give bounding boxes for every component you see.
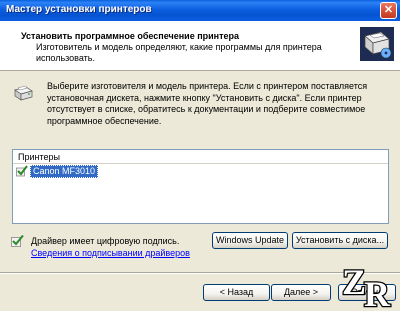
back-button[interactable]: < Назад — [203, 284, 270, 301]
close-button[interactable]: ✕ — [380, 2, 397, 19]
printer-disk-icon — [360, 27, 394, 61]
window-title: Мастер установки принтеров — [6, 4, 152, 15]
driver-signing-link[interactable]: Сведения о подписывании драйверов — [31, 248, 190, 258]
printer-wizard-window: Мастер установки принтеров ✕ Установить … — [0, 0, 400, 311]
instructions-text: Выберите изготовителя и модель принтера.… — [47, 81, 368, 126]
list-item[interactable]: Canon MF3010 — [16, 164, 99, 178]
header-title: Установить программное обеспечение принт… — [21, 31, 240, 41]
printers-listbox[interactable]: Принтеры Canon MF3010 — [12, 149, 389, 224]
install-from-disk-button[interactable]: Установить с диска... — [292, 232, 388, 249]
certified-check-icon — [11, 234, 24, 247]
next-button[interactable]: Далее > — [271, 284, 331, 301]
signature-status-text: Драйвер имеет цифровую подпись. — [31, 236, 180, 246]
zr-logo-icon: Z R — [336, 254, 400, 311]
list-item-label: Canon MF3010 — [30, 164, 99, 178]
svg-text:R: R — [364, 274, 391, 311]
svg-text:Z: Z — [342, 262, 366, 302]
printer-icon — [12, 81, 34, 103]
printers-list-header[interactable]: Принтеры — [13, 150, 388, 164]
title-bar[interactable]: Мастер установки принтеров ✕ — [0, 0, 400, 21]
wizard-header: Установить программное обеспечение принт… — [0, 21, 400, 71]
windows-update-button[interactable]: Windows Update — [212, 232, 288, 249]
certified-check-icon — [16, 165, 28, 177]
header-subtitle: Изготовитель и модель определяют, какие … — [36, 42, 322, 63]
